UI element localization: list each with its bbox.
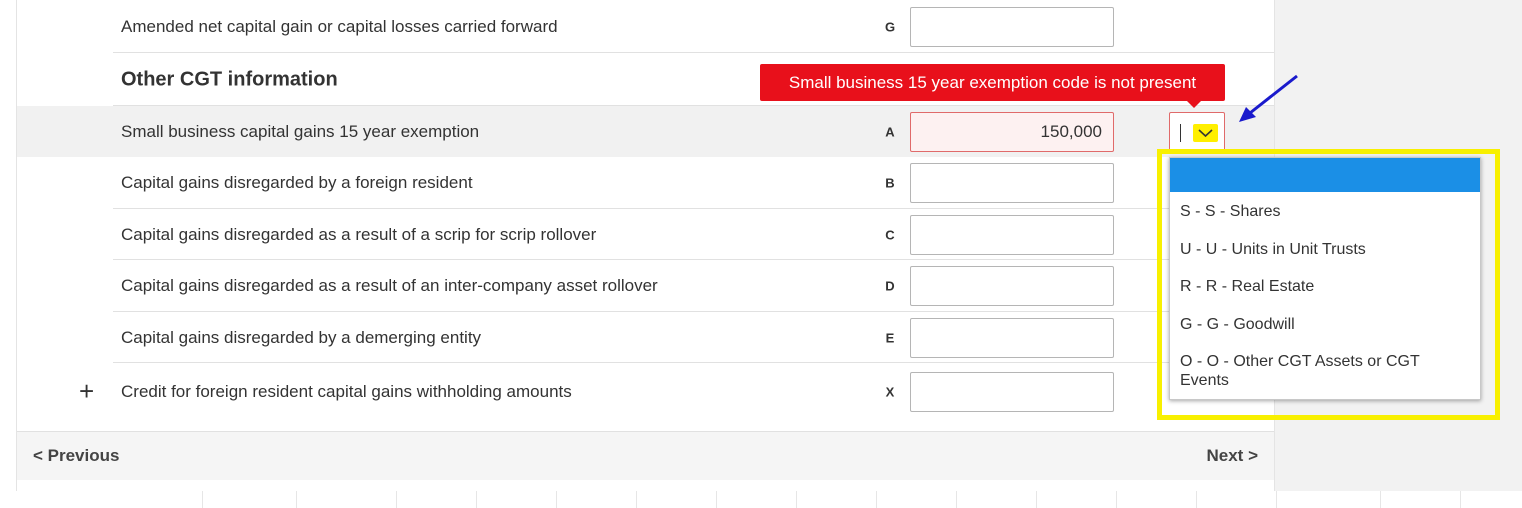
dropdown-option-real-estate[interactable]: R - R - Real Estate <box>1180 277 1470 296</box>
row-label: Amended net capital gain or capital loss… <box>121 16 558 36</box>
row-foreign-withholding-credit: + Credit for foreign resident capital ga… <box>17 363 1274 420</box>
row-label: Capital gains disregarded by a foreign r… <box>121 173 473 192</box>
dropdown-option-goodwill[interactable]: G - G - Goodwill <box>1180 315 1470 334</box>
annotation-arrow-icon <box>1239 74 1298 122</box>
dropdown-option-units[interactable]: U - U - Units in Unit Trusts <box>1180 240 1470 259</box>
row-small-business-exemption: Small business capital gains 15 year exe… <box>17 106 1274 157</box>
row-code: C <box>885 227 895 242</box>
amended-net-capital-gain-input[interactable] <box>910 6 1114 47</box>
expand-plus-icon[interactable]: + <box>79 375 94 406</box>
row-amended-net-capital-gain: Amended net capital gain or capital loss… <box>17 0 1274 53</box>
row-scrip-rollover: Capital gains disregarded as a result of… <box>17 209 1274 260</box>
error-tooltip: Small business 15 year exemption code is… <box>760 64 1225 108</box>
bottom-grid-strip <box>0 491 1522 508</box>
row-code: D <box>885 278 895 294</box>
row-foreign-resident: Capital gains disregarded by a foreign r… <box>17 157 1274 209</box>
row-label: Capital gains disregarded as a result of… <box>121 224 597 244</box>
dropdown-option-blank[interactable] <box>1170 158 1480 192</box>
row-inter-company-rollover: Capital gains disregarded as a result of… <box>17 260 1274 312</box>
row-label: Capital gains disregarded as a result of… <box>121 276 658 295</box>
form-footer: < Previous Next > <box>17 431 1274 480</box>
row-code: B <box>885 175 895 191</box>
inter-company-rollover-input[interactable] <box>910 266 1114 306</box>
foreign-withholding-credit-input[interactable] <box>910 371 1114 412</box>
dropdown-option-shares[interactable]: S - S - Shares <box>1180 202 1470 221</box>
exemption-code-dropdown-list: S - S - Shares U - U - Units in Unit Tru… <box>1169 157 1481 400</box>
chevron-down-icon <box>1198 129 1213 138</box>
previous-button[interactable]: < Previous <box>33 446 119 466</box>
dropdown-toggle[interactable] <box>1193 124 1218 142</box>
exemption-code-combobox[interactable] <box>1169 112 1225 152</box>
row-label: Capital gains disregarded by a demerging… <box>121 327 482 347</box>
row-demerging-entity: Capital gains disregarded by a demerging… <box>17 312 1274 363</box>
dropdown-option-other[interactable]: O - O - Other CGT Assets or CGT Events <box>1180 352 1470 390</box>
row-label: Small business capital gains 15 year exe… <box>121 121 480 141</box>
next-button[interactable]: Next > <box>1207 446 1259 466</box>
demerging-entity-input[interactable] <box>910 317 1114 358</box>
section-title: Other CGT information <box>121 68 338 90</box>
row-code: G <box>884 19 896 34</box>
scrip-rollover-input[interactable] <box>910 214 1114 255</box>
row-label: Credit for foreign resident capital gain… <box>121 381 572 401</box>
small-business-exemption-input[interactable] <box>910 111 1114 152</box>
row-code: E <box>885 330 895 345</box>
foreign-resident-input[interactable] <box>910 163 1114 203</box>
row-code: A <box>885 124 895 139</box>
text-cursor <box>1180 124 1181 142</box>
row-code: X <box>885 384 895 399</box>
